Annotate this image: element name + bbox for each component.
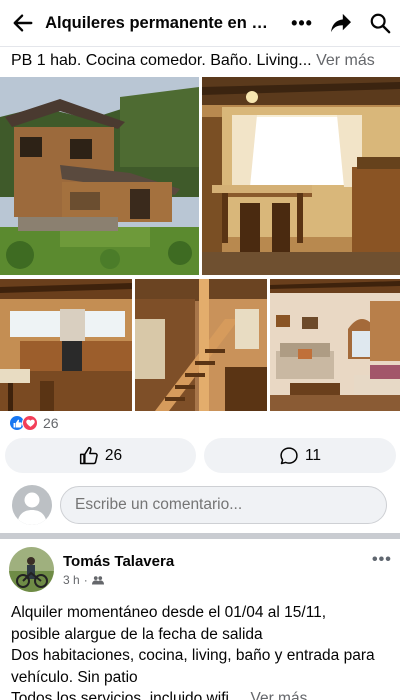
photo-staircase[interactable]	[135, 279, 267, 411]
photo-kitchen[interactable]	[0, 279, 132, 411]
love-icon	[22, 415, 38, 431]
post-text-content: PB 1 hab. Cocina comedor. Baño. Living..…	[11, 52, 312, 69]
user-avatar[interactable]	[12, 485, 52, 525]
thumbs-up-icon	[79, 446, 98, 464]
see-more-link[interactable]: Ver más	[250, 690, 307, 700]
top-bar: Alquileres permanente en E... •••	[0, 0, 400, 46]
ellipsis-icon: •••	[291, 12, 313, 33]
post-line-last: Todos los servicios, incluido wifi ... V…	[11, 688, 391, 700]
post-line: Todos los servicios, incluido wifi ...	[11, 690, 247, 700]
post-line: vehículo. Sin patio	[11, 668, 138, 686]
comment-button[interactable]: 11	[204, 438, 396, 473]
share-button[interactable]	[322, 0, 361, 46]
like-count: 26	[104, 446, 123, 464]
like-button[interactable]: 26	[5, 438, 196, 473]
post-line: posible alargue de la fecha de salida	[11, 625, 263, 643]
divider	[0, 46, 400, 47]
comment-bubble-icon	[280, 446, 298, 464]
share-arrow-icon	[331, 13, 352, 33]
search-button[interactable]	[361, 0, 400, 46]
post-options-button[interactable]: •••	[372, 551, 392, 569]
photo-grid	[0, 77, 400, 411]
author-name[interactable]: Tomás Talavera	[63, 553, 174, 570]
feed-separator	[0, 533, 400, 539]
photo-living-room[interactable]	[270, 279, 400, 411]
default-user-icon	[17, 492, 47, 525]
see-more-link[interactable]: Ver más	[316, 52, 375, 69]
reactions-summary[interactable]: 26	[9, 414, 59, 432]
post-line: Dos habitaciones, cocina, living, baño y…	[11, 647, 375, 664]
comment-input[interactable]	[60, 486, 387, 524]
arrow-left-icon	[13, 14, 32, 32]
post-meta: 3 h ·	[63, 573, 104, 587]
comment-count: 11	[304, 446, 322, 464]
post-text: PB 1 hab. Cocina comedor. Baño. Living..…	[11, 52, 375, 70]
group-title: Alquileres permanente en E...	[45, 13, 273, 32]
comment-composer	[0, 485, 400, 525]
more-options-button[interactable]: •••	[282, 0, 321, 46]
back-button[interactable]	[0, 0, 45, 46]
ellipsis-icon: •••	[372, 551, 392, 568]
reaction-count: 26	[43, 415, 59, 431]
search-icon	[371, 13, 391, 34]
photo-house-exterior[interactable]	[0, 77, 199, 275]
post-body: Alquiler momentáneo desde el 01/04 al 15…	[11, 602, 391, 700]
post-line: Alquiler momentáneo desde el 01/04 al 15…	[11, 604, 327, 621]
group-icon	[91, 576, 104, 585]
post-time[interactable]: 3 h	[63, 573, 80, 587]
author-avatar[interactable]	[9, 547, 54, 592]
photo-dining-room[interactable]	[202, 77, 400, 275]
